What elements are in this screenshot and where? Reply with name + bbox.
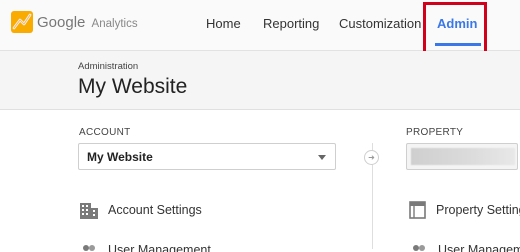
nav-item-home[interactable]: Home [206,16,241,31]
property-user-management-label: User Management [438,243,520,252]
account-column-label: ACCOUNT [79,127,131,138]
property-settings-link[interactable]: Property Settings [409,200,520,220]
building-icon [80,203,98,219]
logo-product-text: Analytics [91,17,138,30]
users-icon [413,245,425,251]
property-column-label: PROPERTY [406,127,464,138]
chevron-down-icon [318,155,326,160]
analytics-logo-icon [11,11,33,33]
nav-item-admin[interactable]: Admin [437,16,477,31]
account-user-management-link[interactable]: User Management [79,240,211,252]
account-settings-label: Account Settings [108,203,202,217]
active-tab-indicator [435,43,481,46]
account-user-management-label: User Management [108,243,211,252]
page-header: Administration My Website [0,51,520,110]
nav-item-reporting[interactable]: Reporting [263,16,319,31]
document-icon [409,201,426,219]
account-select-value: My Website [87,150,153,164]
property-select[interactable] [406,143,518,170]
section-label: Administration [78,61,139,72]
users-icon [83,245,95,251]
page-title: My Website [78,75,188,98]
property-settings-label: Property Settings [436,203,520,217]
nav-item-customization[interactable]: Customization [339,16,421,31]
account-select[interactable]: My Website [78,143,336,170]
property-user-management-link[interactable]: User Management [409,240,520,252]
arrow-right-icon: ➜ [364,150,379,165]
google-analytics-logo[interactable]: Google Analytics [11,10,138,34]
property-select-value-redacted [411,148,515,165]
account-settings-link[interactable]: Account Settings [79,200,202,220]
top-navigation-bar: Google Analytics Home Reporting Customiz… [0,0,520,51]
logo-google-text: Google [37,13,86,31]
logo-text: Google Analytics [37,14,138,31]
